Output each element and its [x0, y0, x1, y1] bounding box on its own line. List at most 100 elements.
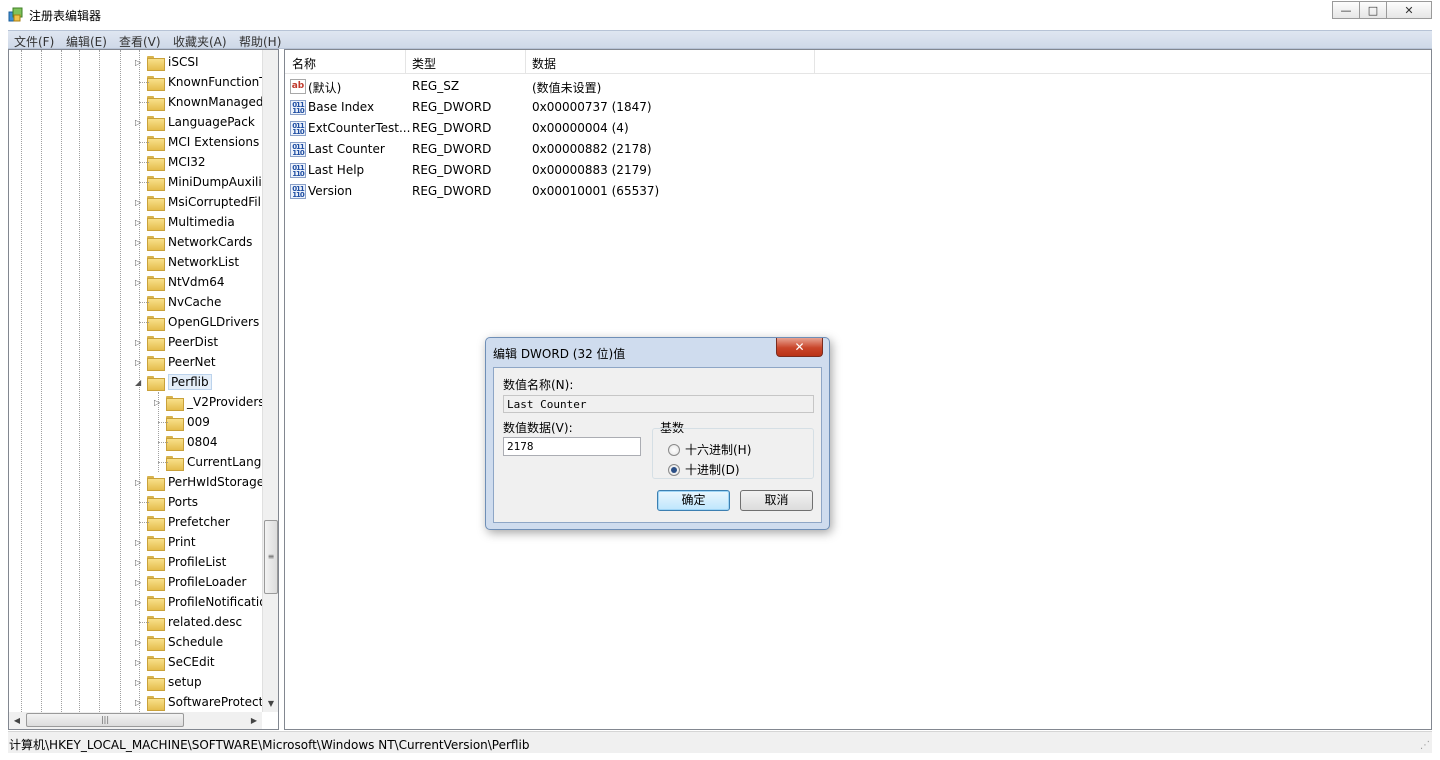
tree-item[interactable]: ▷ SoftwareProtecti [135, 692, 267, 712]
expand-arrow-icon[interactable]: ▷ [135, 698, 144, 707]
registry-tree[interactable]: ▷ iSCSI KnownFunctionT KnownManaged ▷ Languag… [8, 49, 279, 730]
value-row[interactable]: 011 110 Version REG_DWORD 0x00010001 (65537) [285, 181, 1431, 202]
menu-view[interactable]: 查看(V) [119, 33, 161, 50]
value-data: 0x00000882 (2178) [532, 142, 652, 156]
expand-arrow-icon[interactable]: ▷ [135, 578, 144, 587]
value-row[interactable]: 011 110 Last Counter REG_DWORD 0x00000882 (2… [285, 139, 1431, 160]
tree-item[interactable]: ▷ PeerDist [135, 332, 218, 352]
tree-guide-line [41, 50, 42, 712]
tree-item[interactable]: ▷ NtVdm64 [135, 272, 224, 292]
minimize-button[interactable]: — [1332, 1, 1360, 19]
tree-item[interactable]: ▷ PerHwIdStorage [135, 472, 264, 492]
tree-item[interactable]: MCI Extensions [135, 132, 259, 152]
ok-button[interactable]: 确定 [657, 490, 730, 511]
expand-arrow-icon[interactable]: ▷ [135, 358, 144, 367]
tree-item[interactable]: ▷ NetworkCards [135, 232, 252, 252]
tree-item[interactable]: KnownFunctionT [135, 72, 267, 92]
scroll-down-arrow-icon[interactable]: ▼ [263, 696, 278, 712]
expand-arrow-icon[interactable]: ▷ [135, 478, 144, 487]
expand-arrow-icon[interactable]: ▷ [135, 58, 144, 67]
column-type[interactable]: 类型 [412, 55, 436, 72]
scroll-left-arrow-icon[interactable]: ◀ [9, 712, 25, 729]
folder-icon [147, 135, 165, 151]
folder-icon [147, 355, 165, 371]
value-row[interactable]: ab (默认) REG_SZ (数值未设置) [285, 76, 1431, 97]
value-row[interactable]: 011 110 Last Help REG_DWORD 0x00000883 (2179… [285, 160, 1431, 181]
close-button[interactable]: ✕ [1386, 1, 1432, 19]
tree-item-label: related.desc [168, 615, 243, 629]
folder-icon [147, 175, 165, 191]
expand-arrow-icon[interactable]: ▷ [135, 338, 144, 347]
column-separator[interactable] [405, 50, 406, 74]
value-row[interactable]: 011 110 ExtCounterTest... REG_DWORD 0x000000… [285, 118, 1431, 139]
tree-item-label: 009 [187, 415, 210, 429]
tree-item[interactable]: related.desc [135, 612, 242, 632]
expand-arrow-icon[interactable]: ▷ [135, 598, 144, 607]
expand-arrow-icon[interactable]: ▷ [135, 638, 144, 647]
tree-item[interactable]: ▷ iSCSI [135, 52, 199, 72]
menu-favorites[interactable]: 收藏夹(A) [173, 33, 227, 50]
expand-arrow-icon[interactable]: ▷ [135, 198, 144, 207]
tree-connector [158, 442, 168, 443]
values-list[interactable]: 名称 类型 数据 ab (默认) REG_SZ (数值未设置) 011 110 Base I… [284, 49, 1432, 730]
tree-item[interactable]: ▷ setup [135, 672, 202, 692]
tree-item[interactable]: ▷ Multimedia [135, 212, 235, 232]
tree-horizontal-scroll-thumb[interactable]: ||| [26, 713, 184, 727]
tree-item[interactable]: ▷ NetworkList [135, 252, 239, 272]
column-name[interactable]: 名称 [292, 55, 316, 72]
column-separator[interactable] [814, 50, 815, 74]
radio-dec-icon[interactable] [668, 463, 680, 476]
value-type: REG_DWORD [412, 163, 492, 177]
scroll-right-arrow-icon[interactable]: ▶ [246, 712, 262, 729]
tree-item[interactable]: ◢ Perflib [135, 372, 212, 392]
expand-arrow-icon[interactable]: ▷ [135, 538, 144, 547]
expand-arrow-icon[interactable]: ▷ [135, 238, 144, 247]
expand-arrow-icon[interactable]: ▷ [135, 558, 144, 567]
tree-item-label: SoftwareProtecti [168, 695, 267, 709]
tree-item[interactable]: MiniDumpAuxilia [135, 172, 269, 192]
tree-horizontal-scrollbar[interactable]: ◀ ||| ▶ [9, 712, 262, 729]
tree-item[interactable]: OpenGLDrivers [135, 312, 259, 332]
tree-item[interactable]: ▷ ProfileList [135, 552, 226, 572]
menu-help[interactable]: 帮助(H) [239, 33, 281, 50]
expand-arrow-icon[interactable]: ▷ [135, 218, 144, 227]
column-data[interactable]: 数据 [532, 55, 556, 72]
tree-item[interactable]: Prefetcher [135, 512, 230, 532]
tree-item[interactable]: ▷ Print [135, 532, 196, 552]
tree-item[interactable]: ▷ _V2Providers [154, 392, 265, 412]
expand-arrow-icon[interactable]: ▷ [135, 118, 144, 127]
tree-item[interactable]: ▷ PeerNet [135, 352, 216, 372]
menu-edit[interactable]: 编辑(E) [66, 33, 107, 50]
tree-item[interactable]: ▷ ProfileLoader [135, 572, 246, 592]
tree-item[interactable]: ▷ Schedule [135, 632, 223, 652]
radio-hexadecimal[interactable]: 十六进制(H) [668, 441, 751, 458]
expand-arrow-icon[interactable]: ▷ [135, 258, 144, 267]
column-separator[interactable] [525, 50, 526, 74]
tree-vertical-scrollbar[interactable]: ≡ ▼ [262, 50, 278, 712]
expand-arrow-icon[interactable]: ▷ [135, 678, 144, 687]
tree-item[interactable]: CurrentLangu [154, 452, 269, 472]
value-name: Last Help [308, 163, 365, 177]
collapse-arrow-icon[interactable]: ◢ [135, 378, 144, 387]
tree-item-label: NetworkCards [168, 235, 253, 249]
radio-decimal[interactable]: 十进制(D) [668, 461, 740, 478]
resize-grip-icon[interactable]: ⋰ [1420, 740, 1430, 751]
menu-file[interactable]: 文件(F) [14, 33, 54, 50]
tree-item[interactable]: ▷ ProfileNotificatio [135, 592, 267, 612]
value-row[interactable]: 011 110 Base Index REG_DWORD 0x00000737 (184… [285, 97, 1431, 118]
cancel-button[interactable]: 取消 [740, 490, 813, 511]
tree-item[interactable]: ▷ LanguagePack [135, 112, 255, 132]
expand-arrow-icon[interactable]: ▷ [135, 278, 144, 287]
tree-item[interactable]: KnownManaged [135, 92, 264, 112]
maximize-button[interactable]: □ [1359, 1, 1387, 19]
expand-arrow-icon[interactable]: ▷ [154, 398, 163, 407]
expand-arrow-icon[interactable]: ▷ [135, 658, 144, 667]
value-name-field: Last Counter [503, 395, 814, 413]
radio-hex-icon[interactable] [668, 443, 680, 456]
tree-item[interactable]: ▷ SeCEdit [135, 652, 215, 672]
tree-item[interactable]: ▷ MsiCorruptedFil [135, 192, 261, 212]
dialog-close-button[interactable]: ✕ [776, 338, 823, 357]
tree-vertical-scroll-thumb[interactable]: ≡ [264, 520, 278, 594]
folder-icon [147, 75, 165, 91]
value-data-input[interactable]: 2178 [503, 437, 641, 456]
